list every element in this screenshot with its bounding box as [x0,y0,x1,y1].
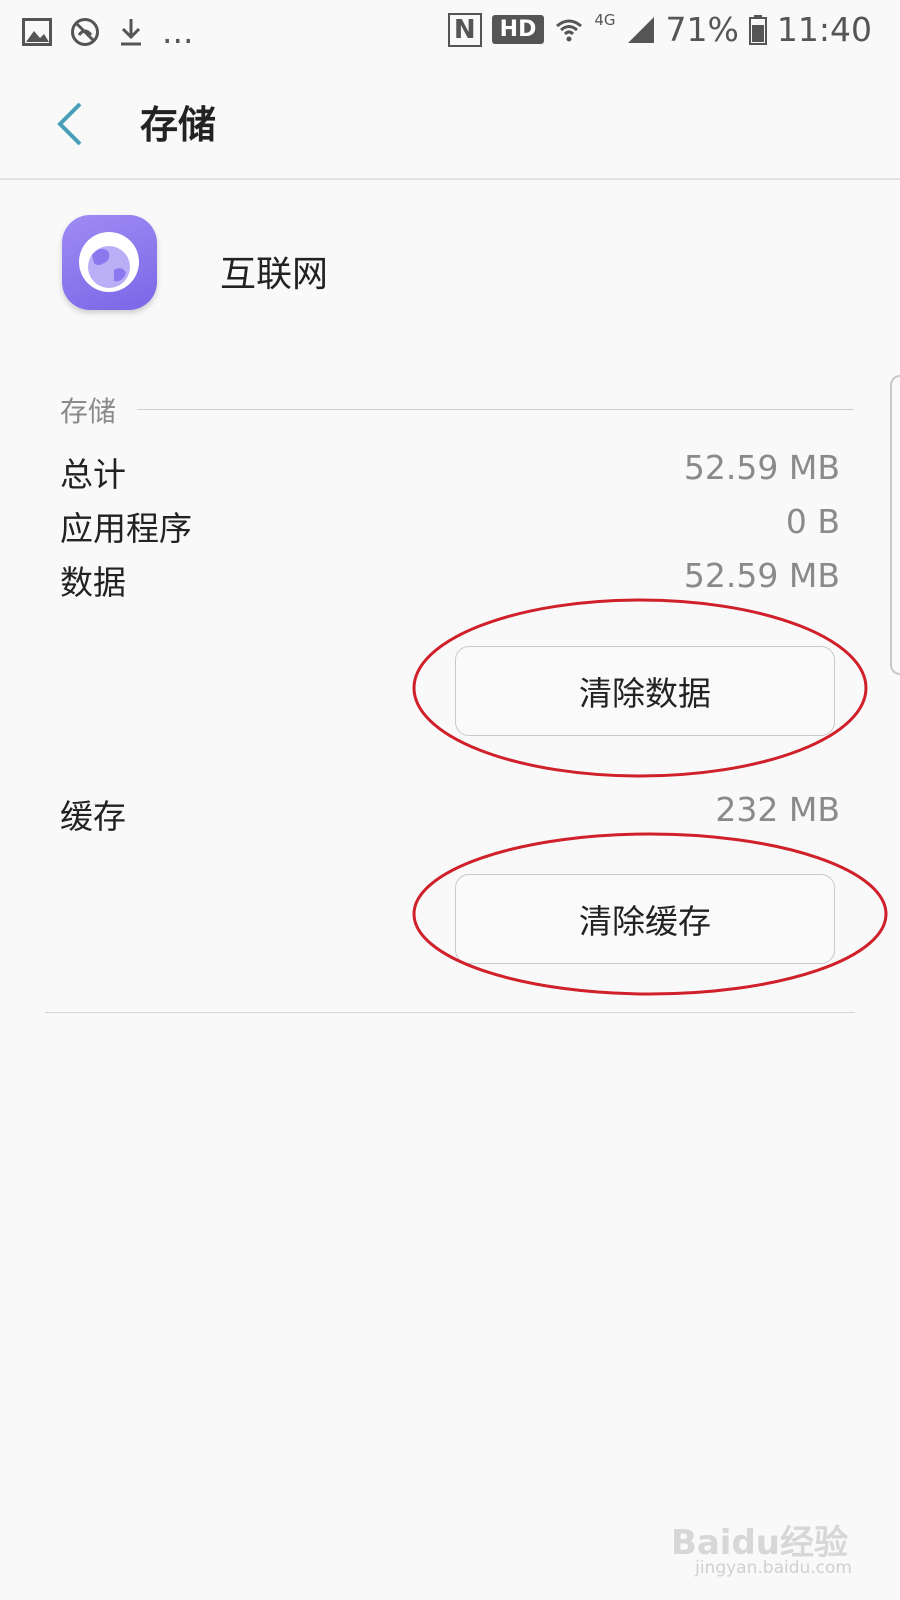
watermark-logo: Baidu经验 [670,1523,848,1563]
clear-data-annotation [412,598,868,778]
clear-cache-annotation [412,832,888,996]
watermark-url: jingyan.baidu.com [695,1558,852,1578]
annotation-overlay [412,598,888,996]
